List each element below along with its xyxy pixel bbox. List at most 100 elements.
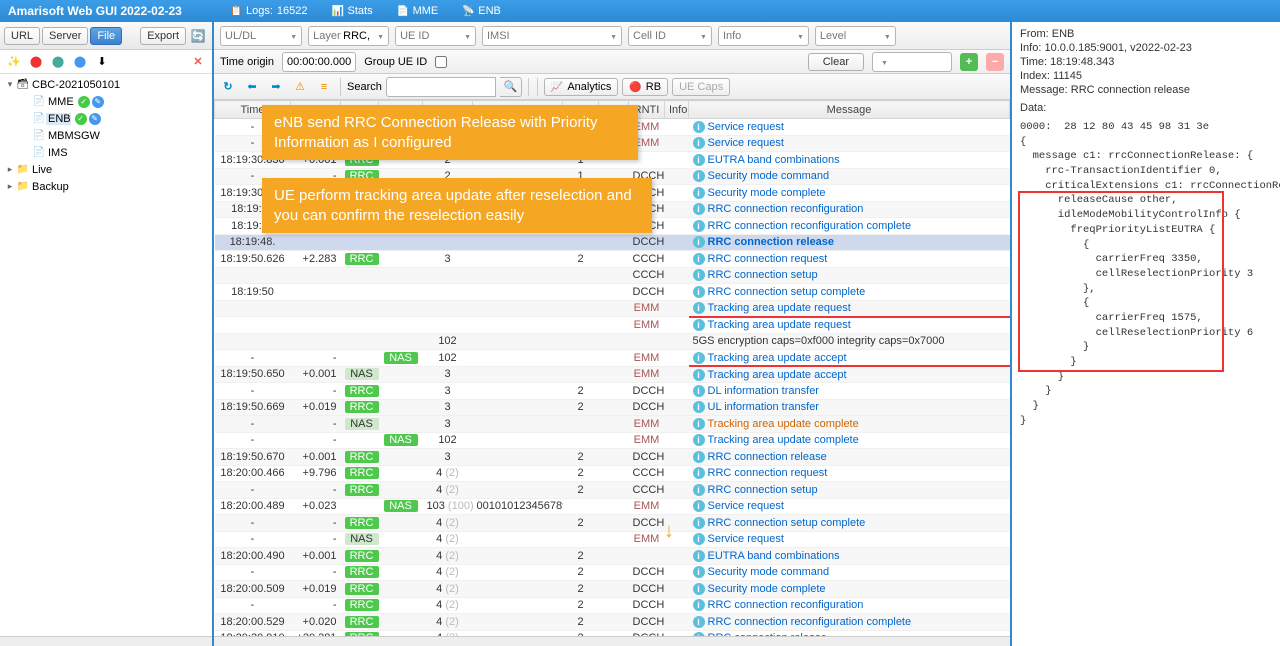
code-line: rrc-TransactionIdentifier 0, [1020,164,1272,179]
table-row[interactable]: 18:19:50 DCCH iRRC connection setup comp… [215,284,1010,301]
filter-cellid[interactable]: Cell ID [628,26,712,46]
table-row[interactable]: 18:19:50.626 +2.283 RRC 3 2 CCCH iRRC co… [215,251,1010,268]
expand-icon[interactable]: ▸ [4,164,16,175]
table-row[interactable]: 18:20:20.910 +20.381 RRC 4 (2) 2 DCCH iR… [215,630,1010,636]
tree-backup[interactable]: ▸ Backup [0,178,212,195]
cell-cn [379,614,423,631]
cell-cn: NAS [379,498,423,515]
tree-ims[interactable]: IMS [0,144,212,161]
nav-forward-button[interactable] [266,77,286,97]
cell-ueid: 4 (2) [423,614,473,631]
cell-ran: RRC [341,399,379,416]
status-badge-blue: ✎ [89,113,101,125]
expand-icon[interactable]: ▸ [4,181,16,192]
table-row[interactable]: - - RRC 4 (2) 2 DCCH iRRC connection set… [215,515,1010,532]
left-hscroll[interactable] [0,636,212,646]
tree-mbmsgw[interactable]: MBMSGW [0,127,212,144]
cell-cn [379,251,423,268]
play-icon[interactable] [70,52,90,72]
add-filter-button[interactable]: + [960,53,978,71]
cell-info [665,234,689,251]
table-row[interactable]: 18:20:00.509 +0.019 RRC 4 (2) 2 DCCH iSe… [215,581,1010,598]
cell-info [665,399,689,416]
cell-cell [563,234,599,251]
search-input[interactable] [386,77,496,97]
cell-cell [563,498,599,515]
time-origin-input[interactable]: 00:00:00.000 [282,52,356,72]
info-icon: i [693,583,705,595]
search-icon[interactable] [500,77,522,97]
table-row[interactable]: - - NAS 3 EMM iTracking area update comp… [215,416,1010,433]
table-row[interactable]: 102 5GS encryption caps=0xf000 integrity… [215,333,1010,350]
warning-button[interactable] [290,77,310,97]
expand-icon[interactable]: ▾ [4,79,16,90]
table-row[interactable]: 18:20:00.529 +0.020 RRC 4 (2) 2 DCCH iRR… [215,614,1010,631]
tree-enb-label: ENB [46,113,71,125]
chevron-down-icon [606,30,617,42]
tree-enb[interactable]: ENB ✓✎ [0,110,212,127]
code-line: } [1020,414,1272,429]
table-row[interactable]: 18:20:00.466 +9.796 RRC 4 (2) 2 CCCH iRR… [215,465,1010,482]
table-row[interactable]: - - RRC 4 (2) 2 DCCH iRRC connection rec… [215,597,1010,614]
download-icon[interactable] [92,52,112,72]
table-row[interactable]: - - NAS 4 (2) EMM iService request [215,531,1010,548]
rb-button[interactable]: RB [622,78,668,96]
table-row[interactable]: 18:20:00.490 +0.001 RRC 4 (2) 2 iEUTRA b… [215,548,1010,565]
cell-sfn [599,383,629,400]
url-button[interactable]: URL [4,27,40,45]
info-icon: i [693,203,705,215]
table-row[interactable]: EMM iTracking area update request [215,300,1010,317]
cell-ueid: 3 [423,251,473,268]
nav-back-button[interactable] [242,77,262,97]
center-hscroll[interactable] [214,636,1010,646]
table-row[interactable]: 18:20:00.489 +0.023 NAS 103 (100) 001010… [215,498,1010,515]
info-icon: i [693,467,705,479]
refresh-icon[interactable] [188,26,208,46]
clear-button[interactable]: Clear [808,53,864,71]
col-message[interactable]: Message [689,101,1010,119]
record-icon[interactable] [48,52,68,72]
table-row[interactable]: - - NAS 102 EMM iTracking area update co… [215,432,1010,449]
cell-time: - [215,432,291,449]
filter-imsi[interactable]: IMSI [482,26,622,46]
stop-icon[interactable] [26,52,46,72]
col-info[interactable]: Info [665,101,689,119]
filter-layer[interactable]: LayerRRC, [308,26,389,46]
table-row[interactable]: - - NAS 102 EMM iTracking area update ac… [215,350,1010,367]
analytics-button[interactable]: Analytics [544,78,618,96]
filter-uldl[interactable]: UL/DL [220,26,302,46]
remove-filter-button[interactable]: − [986,53,1004,71]
tree-root[interactable]: ▾ CBC-2021050101 [0,76,212,93]
filter-level[interactable]: Level [815,26,896,46]
cell-chan: CCCH [629,267,665,284]
clear-select[interactable] [872,52,952,72]
tree-live[interactable]: ▸ Live [0,161,212,178]
table-row[interactable]: 18:19:50.670 +0.001 RRC 3 2 DCCH iRRC co… [215,449,1010,466]
wand-icon[interactable] [4,52,24,72]
tree-mme[interactable]: MME ✓✎ [0,93,212,110]
folder-icon [16,181,30,192]
group-ueid-checkbox[interactable] [435,56,447,68]
close-icon[interactable] [188,52,208,72]
server-button[interactable]: Server [42,27,88,45]
cell-time: 18:19:50.650 [215,366,291,383]
status-badge-green: ✓ [78,96,90,108]
table-row[interactable]: 18:19:50.650 +0.001 NAS 3 EMM iTracking … [215,366,1010,383]
table-row[interactable]: - - RRC 4 (2) 2 CCCH iRRC connection set… [215,482,1010,499]
filter-info[interactable]: Info [718,26,809,46]
refresh-button[interactable] [218,77,238,97]
filter-ueid[interactable]: UE ID [395,26,476,46]
export-button[interactable]: Export [140,27,186,45]
stack-button[interactable] [314,77,334,97]
cell-time [215,300,291,317]
cell-ueid: 3 [423,366,473,383]
file-button[interactable]: File [90,27,122,45]
table-row[interactable]: 18:19:50.669 +0.019 RRC 3 2 DCCH iUL inf… [215,399,1010,416]
table-row[interactable]: - - RRC 3 2 DCCH iDL information transfe… [215,383,1010,400]
table-row[interactable]: CCCH iRRC connection setup [215,267,1010,284]
info-icon: i [693,500,705,512]
table-row[interactable]: 18:19:48. DCCH iRRC connection release [215,234,1010,251]
table-row[interactable]: EMM iTracking area update request [215,317,1010,334]
table-row[interactable]: - - RRC 4 (2) 2 DCCH iSecurity mode comm… [215,564,1010,581]
log-grid-wrap[interactable]: Time Diff RAN CN UE ID IMSI Cell SFN RNT… [214,100,1010,636]
